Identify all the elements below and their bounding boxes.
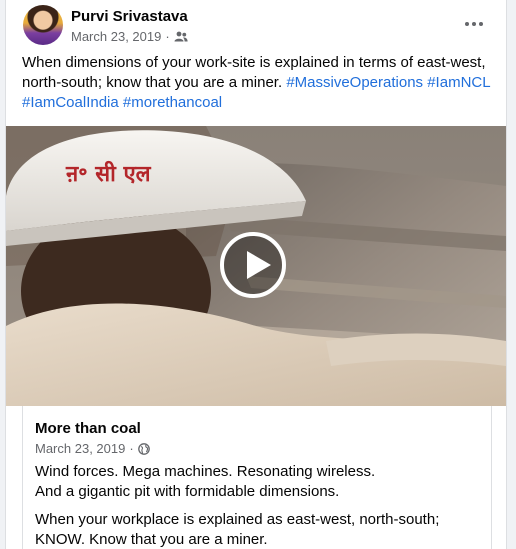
link-desc-line1: Wind forces. Mega machines. Resonating w… xyxy=(35,463,376,480)
link-preview-card[interactable]: More than coal March 23, 2019 · Wind for… xyxy=(22,406,492,549)
link-meta-separator: · xyxy=(129,441,134,456)
link-date[interactable]: March 23, 2019 xyxy=(35,441,125,456)
helmet-text: ऩ॰ सी एल xyxy=(65,160,152,187)
more-options-icon[interactable] xyxy=(462,12,486,36)
post-meta: March 23, 2019 · xyxy=(71,29,188,44)
video-player[interactable]: ऩ॰ सी एल xyxy=(6,126,506,406)
friends-icon[interactable] xyxy=(174,31,188,42)
hashtag-massiveoperations[interactable]: #MassiveOperations xyxy=(286,74,423,91)
link-desc-line4: KNOW. Know that you are a miner. xyxy=(35,531,268,548)
avatar[interactable] xyxy=(23,5,63,45)
hashtag-iamcoalindia[interactable]: #IamCoalIndia xyxy=(22,94,119,111)
link-meta: March 23, 2019 · xyxy=(35,441,150,456)
link-title[interactable]: More than coal xyxy=(35,420,141,437)
hashtag-iamncl[interactable]: #IamNCL xyxy=(427,74,490,91)
hashtag-morethancoal[interactable]: #morethancoal xyxy=(123,94,222,111)
meta-separator: · xyxy=(165,29,170,44)
post-date[interactable]: March 23, 2019 xyxy=(71,29,161,44)
link-description: Wind forces. Mega machines. Resonating w… xyxy=(35,462,475,549)
link-desc-line3: When your workplace is explained as east… xyxy=(35,511,440,528)
post-card: Purvi Srivastava March 23, 2019 · When d… xyxy=(5,0,507,549)
post-text: When dimensions of your work-site is exp… xyxy=(22,53,492,113)
link-desc-line2: And a gigantic pit with formidable dimen… xyxy=(35,483,340,500)
author-name[interactable]: Purvi Srivastava xyxy=(71,8,188,25)
play-icon[interactable] xyxy=(220,232,286,298)
globe-icon xyxy=(137,442,150,455)
post-header: Purvi Srivastava March 23, 2019 · xyxy=(6,0,506,50)
